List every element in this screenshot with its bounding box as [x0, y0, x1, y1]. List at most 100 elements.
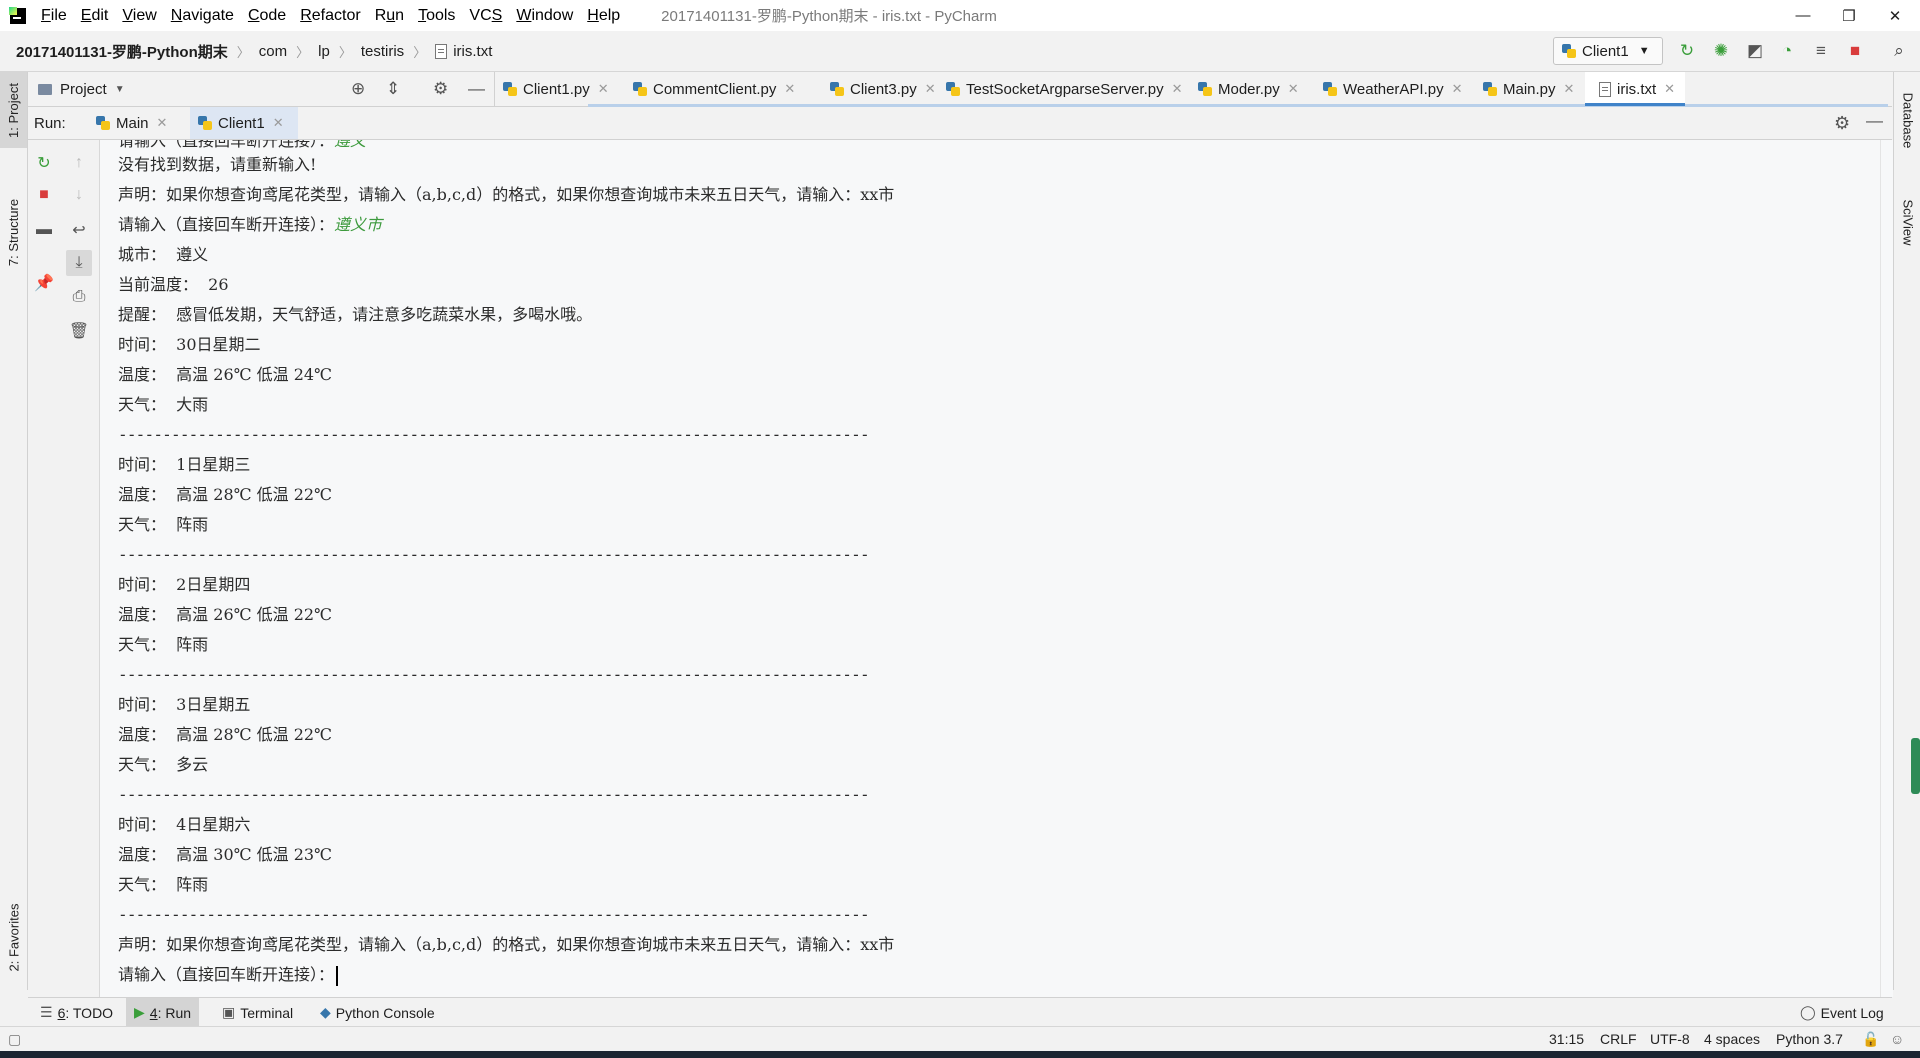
console-line: 城市： 遵义: [118, 245, 209, 264]
toggle-tool-windows-icon[interactable]: ▢: [8, 1027, 21, 1052]
close-icon[interactable]: ✕: [598, 81, 609, 97]
menu-item[interactable]: Code: [241, 7, 293, 25]
run-with-coverage-icon[interactable]: ◩: [1744, 40, 1766, 62]
rerun-icon[interactable]: ↻: [1676, 40, 1698, 62]
hide-icon[interactable]: —: [468, 79, 485, 99]
tool-tab-project[interactable]: 1: Project: [0, 72, 27, 148]
arrow-down-icon[interactable]: ↓: [66, 182, 92, 208]
text-caret: [336, 965, 339, 986]
hide-icon[interactable]: —: [1866, 111, 1883, 131]
close-icon[interactable]: ✕: [925, 81, 936, 97]
console-line: 温度： 高温 26℃ 低温 24℃: [118, 365, 332, 384]
console-line: 时间： 3日星期五: [118, 695, 251, 714]
breadcrumb-testiris[interactable]: testiris: [361, 43, 404, 60]
tool-tab-sciview[interactable]: SciView: [1894, 182, 1920, 262]
file-tab-weatherapi[interactable]: WeatherAPI.py ✕: [1323, 72, 1463, 106]
console-output[interactable]: 请输入（直接回车断开连接）：遵义 没有找到数据，请重新输入! 声明：如果你想查询鸢…: [100, 140, 1880, 997]
tool-tab-favorites[interactable]: 2: Favorites: [0, 892, 27, 982]
menu-item[interactable]: View: [115, 7, 163, 25]
tool-tab-event-log[interactable]: ◯ Event Log: [1800, 998, 1884, 1027]
close-icon[interactable]: ✕: [1564, 81, 1575, 97]
run-tab-client1[interactable]: Client1 ✕: [190, 107, 298, 139]
menu-item[interactable]: VCS: [462, 7, 509, 25]
arrow-up-icon[interactable]: ↑: [66, 150, 92, 176]
breadcrumb-separator: 〉: [413, 44, 427, 60]
breadcrumb-file[interactable]: iris.txt: [435, 43, 492, 60]
console-scrollbar[interactable]: [1880, 140, 1893, 997]
event-log-icon: ◯: [1800, 1004, 1816, 1020]
file-tab-main[interactable]: Main.py ✕: [1483, 72, 1574, 106]
menu-item[interactable]: Tools: [411, 7, 462, 25]
inspector-icon[interactable]: ☺: [1890, 1027, 1904, 1052]
console-separator: ----------------------------------------…: [118, 425, 870, 444]
file-tab-client3[interactable]: Client3.py ✕: [830, 72, 936, 106]
python-file-icon: [1198, 82, 1212, 96]
close-icon[interactable]: ✕: [784, 81, 795, 97]
close-icon[interactable]: ✕: [1452, 81, 1463, 97]
menu-item[interactable]: Navigate: [164, 7, 241, 25]
status-line-separator[interactable]: CRLF: [1600, 1027, 1637, 1052]
menu-item[interactable]: Run: [368, 7, 411, 25]
file-tab-commentclient[interactable]: CommentClient.py ✕: [633, 72, 795, 106]
status-interpreter[interactable]: Python 3.7: [1776, 1027, 1843, 1052]
tool-tab-python-console[interactable]: ◆ Python Console: [320, 998, 435, 1027]
menu-item[interactable]: Window: [509, 7, 580, 25]
concurrency-icon[interactable]: ≡: [1810, 40, 1832, 62]
run-toolbar: ↻ ■ ▬ 📌 ↑ ↓ ↩ ⤓ ⎙ 🗑: [28, 140, 100, 997]
print-icon[interactable]: ⎙: [66, 284, 92, 310]
console-line: 时间： 30日星期二: [118, 335, 261, 354]
todo-list-icon: ☰: [40, 1004, 53, 1020]
close-icon[interactable]: ✕: [1172, 81, 1183, 97]
status-encoding[interactable]: UTF-8: [1650, 1027, 1690, 1052]
stop-icon[interactable]: ■: [1844, 40, 1866, 62]
tool-tab-structure[interactable]: 7: Structure: [0, 182, 27, 282]
close-icon[interactable]: ✕: [1288, 81, 1299, 97]
console-line: 提醒： 感冒低发期，天气舒适，请注意多吃蔬菜水果，多喝水哦。: [118, 305, 593, 324]
rerun-icon[interactable]: ↻: [31, 150, 57, 176]
breadcrumb-com[interactable]: com: [259, 43, 287, 60]
minimize-button[interactable]: —: [1780, 0, 1826, 31]
close-icon[interactable]: ✕: [273, 115, 284, 131]
gear-icon[interactable]: ⚙: [1834, 113, 1850, 134]
file-tab-testsocketargparseserver[interactable]: TestSocketArgparseServer.py ✕: [946, 72, 1183, 106]
run-panel-label: Run:: [34, 114, 66, 132]
collapse-all-icon[interactable]: ⇕: [386, 79, 400, 99]
pin-tab-icon[interactable]: 📌: [31, 270, 57, 296]
tool-tab-database[interactable]: Database: [1894, 80, 1920, 160]
stop-icon[interactable]: ■: [31, 182, 57, 208]
status-caret-position[interactable]: 31:15: [1549, 1027, 1584, 1052]
trash-icon[interactable]: 🗑: [66, 318, 92, 344]
close-window-button[interactable]: ✕: [1872, 0, 1918, 31]
file-tab-moder[interactable]: Moder.py ✕: [1198, 72, 1299, 106]
restore-layout-icon[interactable]: ▬: [31, 217, 57, 243]
search-everywhere-icon[interactable]: ⌕: [1888, 40, 1910, 62]
run-configuration-select[interactable]: Client1 ▼: [1553, 37, 1663, 65]
menu-item[interactable]: File: [34, 7, 74, 25]
breadcrumb-project[interactable]: 20171401131-罗鹏-Python期末: [16, 41, 228, 62]
profile-icon[interactable]: ◔: [1776, 40, 1798, 62]
chevron-down-icon[interactable]: ▼: [115, 84, 125, 95]
locate-icon[interactable]: ⊕: [351, 79, 365, 99]
tool-tab-terminal[interactable]: ▣ Terminal: [222, 998, 293, 1027]
maximize-button[interactable]: ❐: [1826, 0, 1872, 31]
menu-item[interactable]: Help: [580, 7, 627, 25]
tool-tab-todo[interactable]: ☰ 6: TODO: [40, 998, 113, 1027]
tool-tab-run[interactable]: ▶ 4: Run: [126, 998, 200, 1027]
close-icon[interactable]: ✕: [157, 115, 168, 131]
status-indent[interactable]: 4 spaces: [1704, 1027, 1760, 1052]
console-line: 天气： 阵雨: [118, 875, 209, 894]
file-tab-iris[interactable]: iris.txt ✕: [1585, 72, 1686, 106]
close-icon[interactable]: ✕: [1664, 81, 1675, 97]
file-tab-client1[interactable]: Client1.py ✕: [503, 72, 609, 106]
window-title: 20171401131-罗鹏-Python期末 - iris.txt - PyC…: [661, 8, 997, 25]
lock-icon[interactable]: 🔓: [1862, 1027, 1879, 1052]
gear-icon[interactable]: ⚙: [433, 79, 448, 99]
project-panel-label[interactable]: Project: [60, 81, 107, 98]
soft-wrap-icon[interactable]: ↩: [66, 217, 92, 243]
debug-icon[interactable]: ✺: [1710, 40, 1732, 62]
menu-item[interactable]: Refactor: [293, 7, 367, 25]
scroll-to-end-icon[interactable]: ⤓: [66, 250, 92, 276]
breadcrumb-lp[interactable]: lp: [318, 43, 330, 60]
menu-item[interactable]: Edit: [74, 7, 116, 25]
run-tab-main[interactable]: Main ✕: [88, 107, 175, 139]
